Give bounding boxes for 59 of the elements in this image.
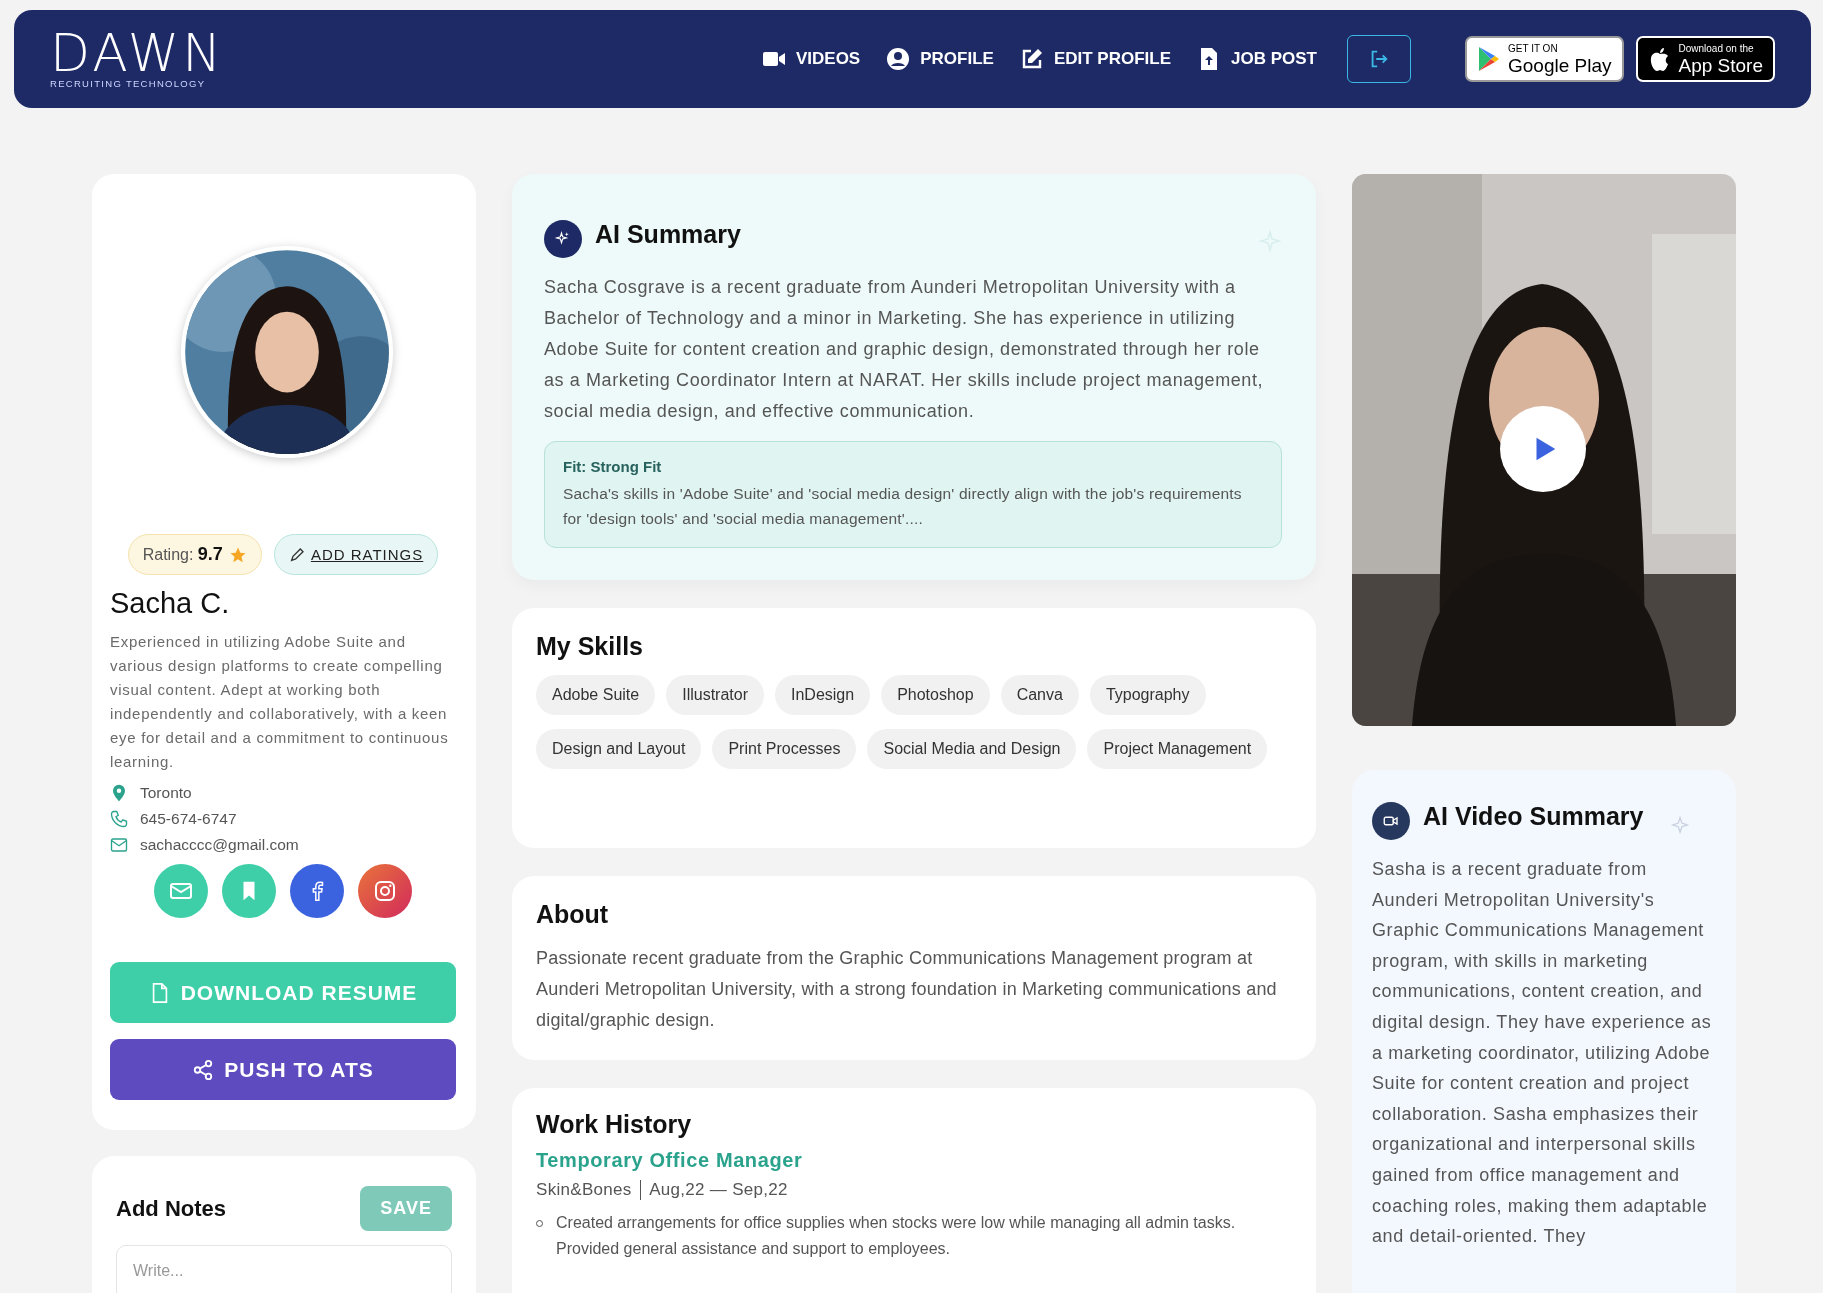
company-name: Skin&Bones — [536, 1180, 632, 1200]
nav-link[interactable]: VIDEOS — [761, 47, 861, 71]
phone-icon — [110, 810, 128, 829]
section-title: AI Summary — [595, 219, 741, 249]
video-summary-paragraph: Sasha is a recent graduate from Aunderi Metropolitan University's Graphic Communications Management program, with skills in marketing communications, content creation, and digital design. They have experience as a marketing coordinator, utilizing Adobe Suite for content creation and project collaboration. Sasha emphasizes their organizational and interpersonal skills gained from office management and coaching roles, making them adaptable and detail-oriented. They — [1372, 858, 1713, 1249]
fit-explanation: Sacha's skills in 'Adobe Suite' and 'social media design' directly align with the job's requirements for 'design tools' and 'social media management'.... — [563, 484, 1243, 529]
nav-link[interactable]: JOB POST — [1197, 47, 1317, 71]
badge-caption: Download on the — [1678, 43, 1755, 54]
skill-tag: Typography — [1089, 675, 1206, 715]
skill-tag: InDesign — [775, 675, 871, 715]
notes-title: Add Notes — [116, 1195, 226, 1222]
job-dates: Aug,22 — Sep,22 — [649, 1180, 788, 1200]
logo-wordmark[interactable]: DAWN — [50, 29, 280, 77]
nav-link[interactable]: PROFILE — [886, 47, 994, 71]
job-duty: Created arrangements for office supplies when stocks were low while managing all admin tasks. Provided general assistance and support to employees. — [556, 1213, 1237, 1259]
notes-input-field[interactable]: Write... — [116, 1245, 452, 1293]
nav-link[interactable]: EDIT PROFILE — [1019, 47, 1171, 71]
section-title: Work History — [536, 1110, 693, 1139]
skill-tag: Canva — [1000, 675, 1079, 715]
skill-tag: Social Media and Design — [867, 729, 1077, 769]
rating-text: Rating: 9.7 — [142, 544, 223, 566]
skill-tag: Design and Layout — [536, 729, 702, 769]
share-icon — [192, 1058, 215, 1081]
envelope-icon — [110, 836, 128, 855]
skill-tag: Photoshop — [881, 675, 990, 715]
badge-store-name: Google Play — [1508, 55, 1612, 75]
social-button[interactable] — [290, 864, 344, 919]
job-title: Temporary Office Manager — [536, 1149, 804, 1172]
push-to-ats-button[interactable]: PUSH TO ATS — [110, 1039, 456, 1100]
skill-tag: Adobe Suite — [536, 675, 656, 715]
video-badge-icon — [1372, 802, 1410, 840]
contact-text: Toronto — [140, 784, 192, 803]
location-pin-icon — [110, 784, 128, 803]
section-title: AI Video Summary — [1423, 801, 1644, 831]
badge-store-name: App Store — [1678, 55, 1763, 75]
play-triangle-icon — [1477, 46, 1501, 72]
badge-caption: GET IT ON — [1508, 43, 1559, 54]
instagram-icon — [373, 879, 397, 904]
about-paragraph: Passionate recent graduate from the Graphic Communications Management program at Aunderi Metropolitan University, with a strong foundation in Marketing communications and digital/graphic design. — [536, 947, 1278, 1032]
add-ratings-button[interactable]: ADD RATINGS — [273, 534, 439, 576]
section-title: My Skills — [536, 632, 644, 661]
user-icon — [886, 47, 911, 71]
skill-tag: Illustrator — [666, 675, 764, 715]
fit-title: Fit: Strong Fit — [563, 458, 663, 475]
candidate-bio: Experienced in utilizing Adobe Suite and various design platforms to create compelling visual content. Adept at working both independently and collaboratively, with a keen eye for detail and a commitment to continuous learning. — [110, 632, 450, 773]
summary-paragraph: Sacha Cosgrave is a recent graduate from Aunderi Metropolitan University with a Bachelor of Technology and a minor in Marketing. She has experience in utilizing Adobe Suite for content creation and graphic design, demonstrated through her role as a Marketing Coordinator Intern at NARAT. Her skills include project management, social media design, and effective communication. — [544, 276, 1265, 423]
section-title: About — [536, 900, 610, 929]
skill-tag: Project Management — [1087, 729, 1268, 769]
logout-button[interactable] — [1347, 35, 1411, 83]
candidate-name: Sacha C. — [110, 587, 231, 621]
skill-tag: Print Processes — [712, 729, 857, 769]
logo-tagline: RECRUITING TECHNOLOGY — [50, 78, 207, 89]
pencil-icon — [288, 546, 305, 563]
store-badge[interactable]: GET IT ON Google Play — [1465, 36, 1624, 82]
sparkle-badge-icon — [544, 220, 582, 258]
contact-text: 645-674-6747 — [140, 810, 237, 829]
contact-text: sachacccc@gmail.com — [140, 836, 299, 855]
store-badge[interactable]: Download on the App Store — [1635, 36, 1775, 82]
social-button[interactable] — [358, 864, 412, 919]
